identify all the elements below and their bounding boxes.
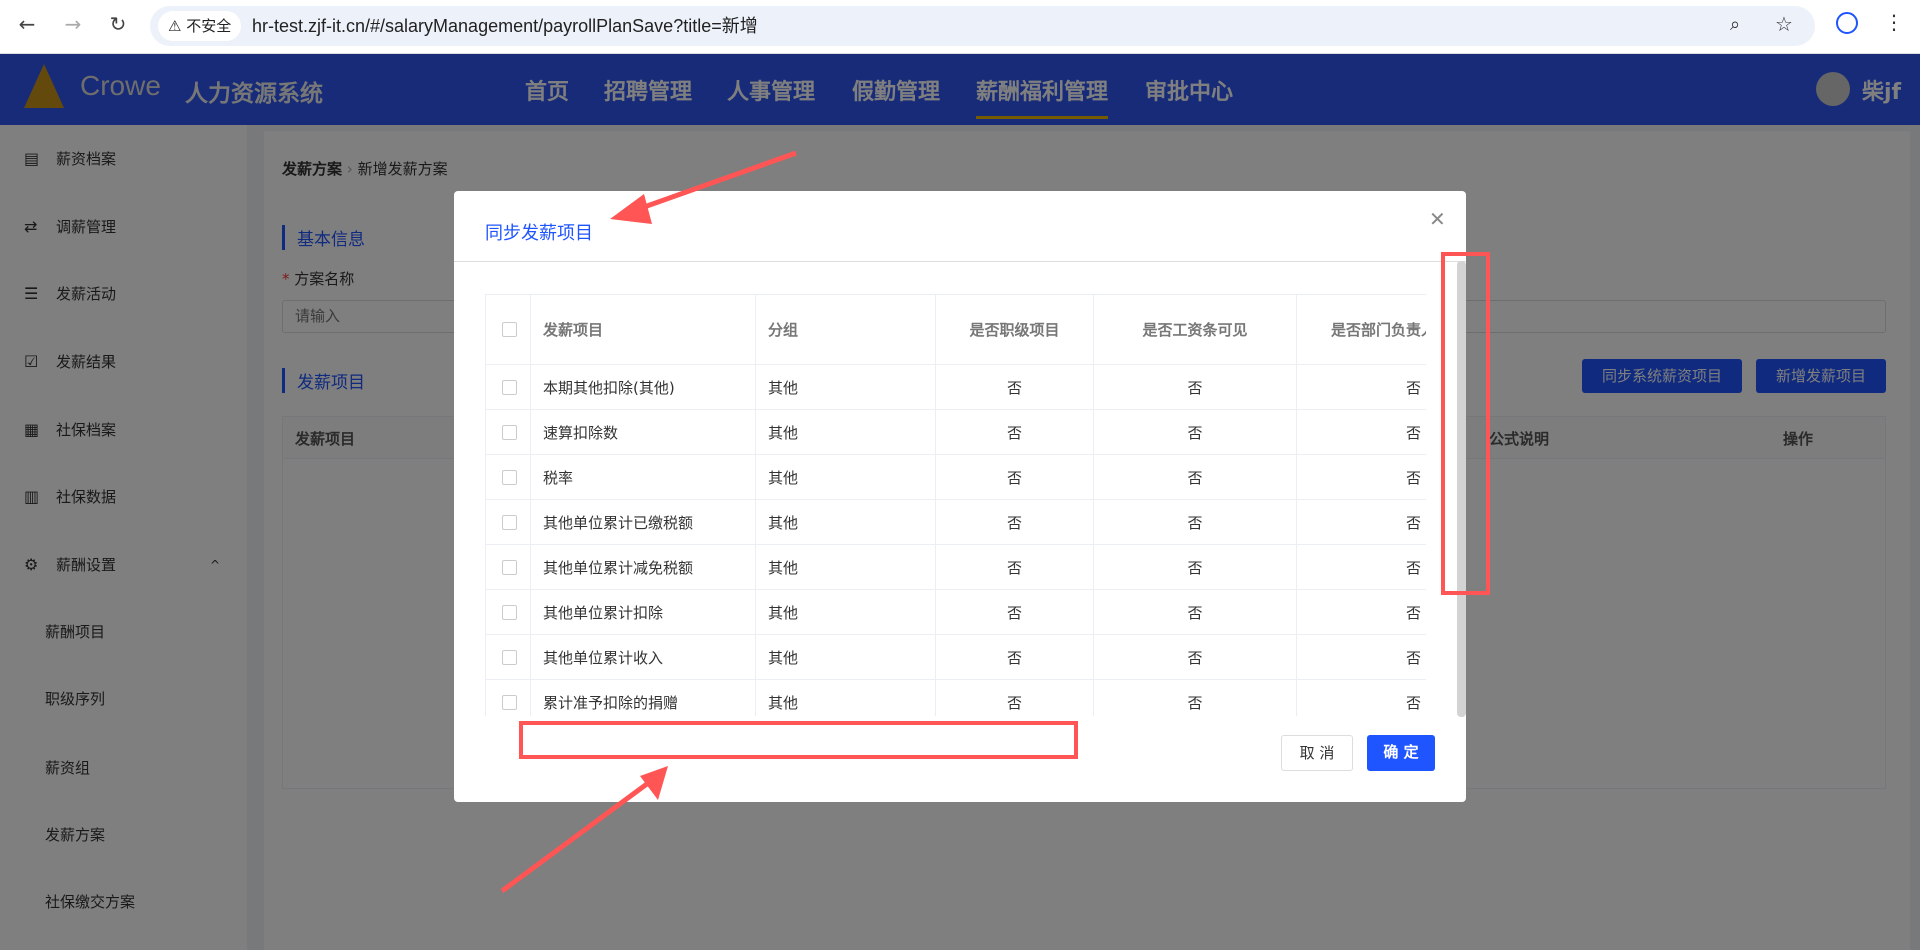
sync-items-table: 发薪项目 分组 是否职级项目 是否工资条可见 是否部门负责人 本期其他扣除(其他) 其他否否… bbox=[485, 294, 1426, 716]
table-row[interactable]: 税率 其他否否否 bbox=[486, 455, 1426, 500]
table-cell: 否 bbox=[936, 680, 1094, 716]
security-indicator[interactable]: ⚠ 不安全 bbox=[158, 11, 242, 41]
checkbox-cell bbox=[486, 635, 531, 679]
table-cell: 否 bbox=[936, 410, 1094, 454]
table-cell: 否 bbox=[1297, 680, 1426, 716]
table-cell: 否 bbox=[1094, 545, 1297, 589]
table-cell: 否 bbox=[1094, 455, 1297, 499]
table-cell: 否 bbox=[1297, 365, 1426, 409]
table-cell: 否 bbox=[1297, 635, 1426, 679]
row-checkbox[interactable] bbox=[502, 604, 517, 620]
table-cell: 否 bbox=[1297, 455, 1426, 499]
checkbox-cell bbox=[486, 455, 531, 499]
table-row[interactable]: 其他单位累计收入 其他否否否 bbox=[486, 635, 1426, 680]
table-cell: 税率 bbox=[531, 455, 756, 499]
reload-icon[interactable]: ↻ bbox=[103, 12, 133, 36]
table-cell: 速算扣除数 bbox=[531, 410, 756, 454]
checkbox-cell bbox=[486, 365, 531, 409]
table-cell: 其他单位累计减免税额 bbox=[531, 545, 756, 589]
table-header-row[interactable]: 发薪项目 分组 是否职级项目 是否工资条可见 是否部门负责人 bbox=[486, 295, 1426, 365]
table-row[interactable]: 速算扣除数 其他否否否 bbox=[486, 410, 1426, 455]
row-checkbox[interactable] bbox=[502, 649, 517, 665]
table-cell: 其他 bbox=[756, 500, 936, 544]
table-cell: 其他 bbox=[756, 410, 936, 454]
address-bar[interactable]: ⚠ 不安全 hr-test.zjf-it.cn/#/salaryManageme… bbox=[150, 6, 1815, 46]
checkbox-cell bbox=[486, 295, 531, 364]
browser-toolbar: ← → ↻ ⚠ 不安全 hr-test.zjf-it.cn/#/salaryMa… bbox=[0, 0, 1920, 54]
table-cell: 本期其他扣除(其他) bbox=[531, 365, 756, 409]
bookmark-star-icon[interactable]: ☆ bbox=[1775, 12, 1793, 36]
table-cell: 否 bbox=[1094, 410, 1297, 454]
table-cell: 否 bbox=[1094, 635, 1297, 679]
table-cell: 其他 bbox=[756, 455, 936, 499]
checkbox-cell bbox=[486, 500, 531, 544]
row-checkbox[interactable] bbox=[502, 424, 517, 440]
column-header: 是否职级项目 bbox=[936, 295, 1094, 364]
column-header: 发薪项目 bbox=[531, 295, 756, 364]
table-cell: 否 bbox=[936, 500, 1094, 544]
table-cell: 其他单位累计已缴税额 bbox=[531, 500, 756, 544]
table-cell: 其他 bbox=[756, 590, 936, 634]
table-cell: 否 bbox=[1094, 590, 1297, 634]
table-cell: 其他 bbox=[756, 365, 936, 409]
table-row[interactable]: 其他单位累计扣除 其他否否否 bbox=[486, 590, 1426, 635]
table-cell: 否 bbox=[1297, 500, 1426, 544]
table-cell: 否 bbox=[1297, 410, 1426, 454]
column-header: 是否工资条可见 bbox=[1094, 295, 1297, 364]
row-checkbox[interactable] bbox=[502, 379, 517, 395]
table-row[interactable]: 本期其他扣除(其他) 其他否否否 bbox=[486, 365, 1426, 410]
annotation-rect-footer bbox=[519, 721, 1078, 759]
forward-icon[interactable]: → bbox=[58, 12, 88, 36]
table-cell: 否 bbox=[1297, 590, 1426, 634]
url-text[interactable]: hr-test.zjf-it.cn/#/salaryManagement/pay… bbox=[252, 6, 758, 46]
table-cell: 否 bbox=[1094, 500, 1297, 544]
table-cell: 其他单位累计扣除 bbox=[531, 590, 756, 634]
close-icon[interactable]: ✕ bbox=[1429, 207, 1446, 231]
security-label: 不安全 bbox=[186, 17, 232, 35]
sync-items-dialog: 同步发薪项目 ✕ 发薪项目 分组 是否职级项目 是否工资条可见 是否部门负责人 本期其他扣… bbox=[454, 191, 1466, 802]
table-cell: 其他 bbox=[756, 680, 936, 716]
divider bbox=[454, 261, 1466, 262]
confirm-button[interactable]: 确 定 bbox=[1367, 735, 1435, 771]
checkbox-cell bbox=[486, 410, 531, 454]
table-cell: 其他单位累计收入 bbox=[531, 635, 756, 679]
annotation-rect-scrollbar bbox=[1441, 252, 1490, 595]
table-cell: 否 bbox=[936, 365, 1094, 409]
table-cell: 其他 bbox=[756, 545, 936, 589]
table-cell: 其他 bbox=[756, 635, 936, 679]
back-icon[interactable]: ← bbox=[12, 12, 42, 36]
menu-icon[interactable]: ⋮ bbox=[1884, 10, 1904, 34]
row-checkbox[interactable] bbox=[502, 694, 517, 710]
table-cell: 否 bbox=[1094, 680, 1297, 716]
table-cell: 否 bbox=[936, 590, 1094, 634]
table-cell: 否 bbox=[936, 455, 1094, 499]
zoom-icon[interactable]: ⌕ bbox=[1730, 14, 1740, 35]
table-cell: 否 bbox=[1094, 365, 1297, 409]
table-cell: 累计准予扣除的捐赠 bbox=[531, 680, 756, 716]
row-checkbox[interactable] bbox=[502, 469, 517, 485]
profile-icon[interactable] bbox=[1836, 12, 1858, 34]
table-cell: 否 bbox=[1297, 545, 1426, 589]
cancel-button[interactable]: 取 消 bbox=[1281, 735, 1353, 771]
row-checkbox[interactable] bbox=[502, 559, 517, 575]
row-checkbox[interactable] bbox=[502, 514, 517, 530]
checkbox-cell bbox=[486, 545, 531, 589]
table-cell: 否 bbox=[936, 635, 1094, 679]
dialog-title: 同步发薪项目 bbox=[485, 223, 593, 244]
row-checkbox[interactable] bbox=[502, 322, 517, 337]
table-row[interactable]: 其他单位累计已缴税额 其他否否否 bbox=[486, 500, 1426, 545]
table-row[interactable]: 累计准予扣除的捐赠 其他否否否 bbox=[486, 680, 1426, 716]
column-header: 是否部门负责人 bbox=[1297, 295, 1426, 364]
checkbox-cell bbox=[486, 680, 531, 716]
column-header: 分组 bbox=[756, 295, 936, 364]
table-row[interactable]: 其他单位累计减免税额 其他否否否 bbox=[486, 545, 1426, 590]
table-cell: 否 bbox=[936, 545, 1094, 589]
checkbox-cell bbox=[486, 590, 531, 634]
